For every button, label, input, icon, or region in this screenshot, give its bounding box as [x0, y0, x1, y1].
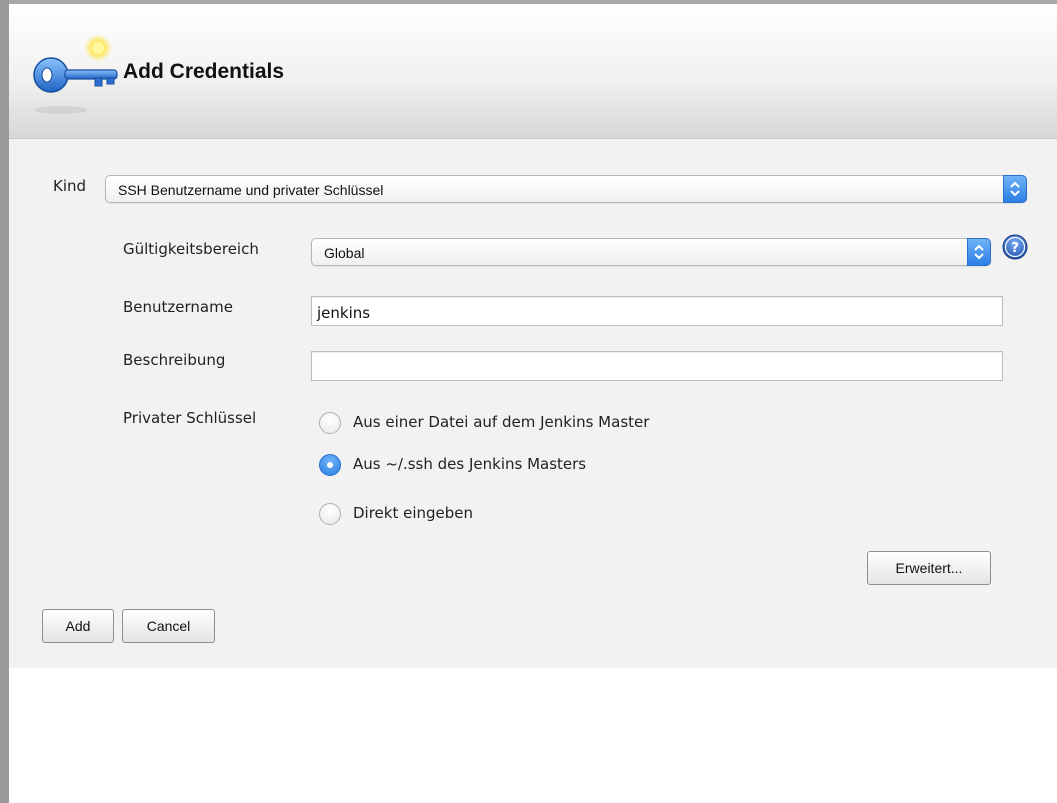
radio-label: Aus ~/.ssh des Jenkins Masters: [353, 455, 587, 473]
add-button[interactable]: Add: [42, 609, 114, 643]
add-credentials-dialog: Add Credentials Kind SSH Benutzername un…: [9, 4, 1057, 668]
advanced-button[interactable]: Erweitert...: [867, 551, 991, 585]
kind-select[interactable]: SSH Benutzername und privater Schlüssel: [105, 175, 1027, 203]
cancel-button[interactable]: Cancel: [122, 609, 215, 643]
svg-text:?: ?: [1011, 241, 1019, 256]
radio-button[interactable]: [319, 412, 341, 434]
dialog-header: Add Credentials: [9, 4, 1057, 139]
select-arrows-icon: [1003, 175, 1027, 203]
select-arrows-icon: [967, 238, 991, 266]
scope-label: Gültigkeitsbereich: [123, 240, 259, 258]
key-icon: [33, 34, 118, 114]
radio-button-checked[interactable]: [319, 454, 341, 476]
description-label: Beschreibung: [123, 351, 226, 369]
description-input[interactable]: [311, 351, 1003, 381]
kind-label: Kind: [53, 177, 87, 195]
radio-button[interactable]: [319, 503, 341, 525]
scope-select-value: Global: [324, 245, 365, 261]
private-key-option-direct[interactable]: Direkt eingeben: [319, 501, 779, 527]
window-left-border: [0, 0, 9, 803]
radio-label: Aus einer Datei auf dem Jenkins Master: [353, 413, 650, 431]
username-value: jenkins: [317, 304, 371, 322]
radio-label: Direkt eingeben: [353, 504, 474, 522]
help-icon[interactable]: ?: [1002, 234, 1028, 260]
username-label: Benutzername: [123, 298, 233, 316]
private-key-label: Privater Schlüssel: [123, 409, 257, 427]
dialog-title: Add Credentials: [123, 60, 285, 83]
private-key-option-file[interactable]: Aus einer Datei auf dem Jenkins Master: [319, 410, 779, 436]
private-key-option-ssh[interactable]: Aus ~/.ssh des Jenkins Masters: [319, 452, 779, 478]
kind-select-value: SSH Benutzername und privater Schlüssel: [118, 182, 384, 198]
scope-select[interactable]: Global: [311, 238, 991, 266]
username-input[interactable]: jenkins: [311, 296, 1003, 326]
